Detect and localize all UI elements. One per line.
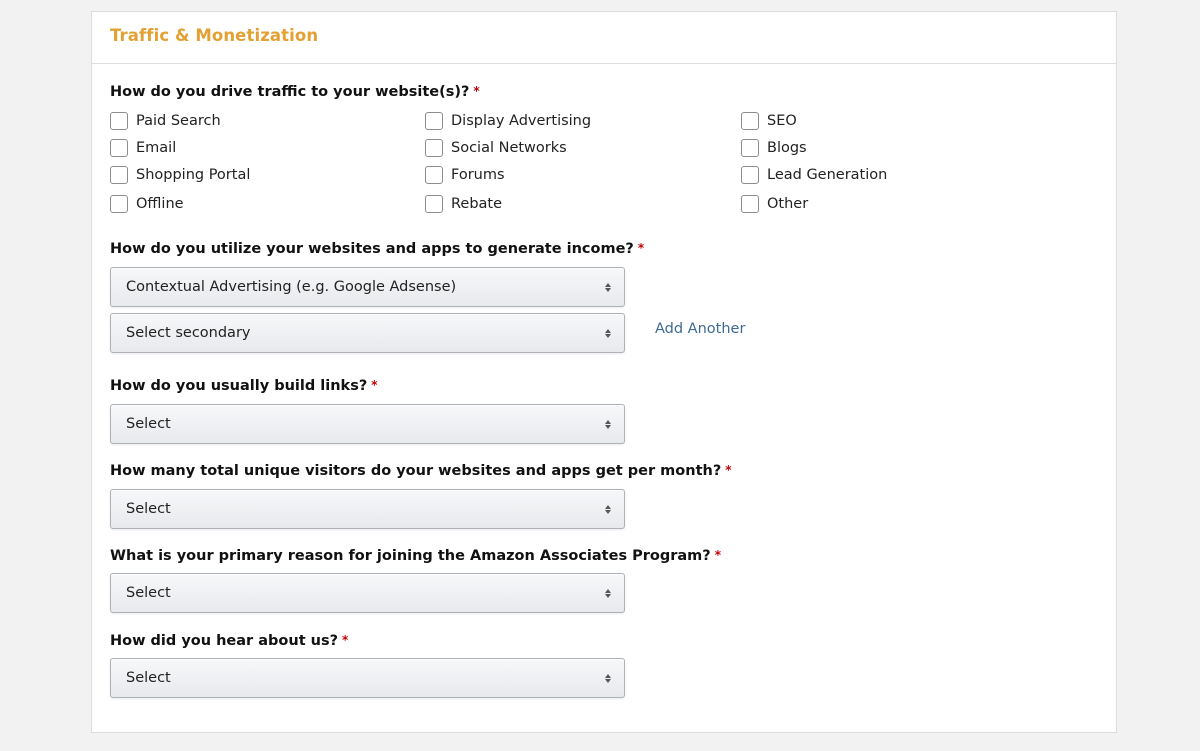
checkbox-icon[interactable] [425, 139, 443, 157]
checkbox-label: Forums [451, 167, 505, 183]
income-question-label: How do you utilize your websites and app… [110, 241, 644, 257]
select-arrows-icon [604, 327, 612, 339]
income-secondary-select[interactable]: Select secondary [110, 313, 625, 353]
checkbox-label: Blogs [767, 140, 807, 156]
traffic-question-label: How do you drive traffic to your website… [110, 84, 480, 100]
traffic-question-text: How do you drive traffic to your website… [110, 84, 470, 100]
checkbox-label: Lead Generation [767, 167, 888, 183]
checkbox-paid-search[interactable]: Paid Search [110, 110, 221, 132]
checkbox-lead-generation[interactable]: Lead Generation [741, 164, 887, 186]
select-arrows-icon [604, 503, 612, 515]
checkbox-other[interactable]: Other [741, 193, 808, 215]
checkbox-blogs[interactable]: Blogs [741, 137, 807, 159]
reason-question-label: What is your primary reason for joining … [110, 548, 721, 564]
checkbox-label: Shopping Portal [136, 167, 251, 183]
card-header: Traffic & Monetization [92, 12, 1116, 64]
checkbox-shopping-portal[interactable]: Shopping Portal [110, 164, 250, 186]
income-primary-select[interactable]: Contextual Advertising (e.g. Google Adse… [110, 267, 625, 307]
checkbox-icon[interactable] [425, 112, 443, 130]
checkbox-display-advertising[interactable]: Display Advertising [425, 110, 591, 132]
checkbox-label: SEO [767, 113, 797, 129]
reason-question-text: What is your primary reason for joining … [110, 548, 711, 564]
links-select[interactable]: Select [110, 404, 625, 444]
income-question-text: How do you utilize your websites and app… [110, 241, 634, 257]
checkbox-label: Social Networks [451, 140, 567, 156]
links-question-text: How do you usually build links? [110, 378, 368, 394]
checkbox-forums[interactable]: Forums [425, 164, 505, 186]
visitors-select[interactable]: Select [110, 489, 625, 529]
links-question-label: How do you usually build links? * [110, 378, 378, 394]
checkbox-email[interactable]: Email [110, 137, 176, 159]
required-marker: * [637, 241, 645, 255]
checkbox-seo[interactable]: SEO [741, 110, 797, 132]
hear-question-text: How did you hear about us? [110, 633, 339, 649]
select-arrows-icon [604, 587, 612, 599]
checkbox-social-networks[interactable]: Social Networks [425, 137, 567, 159]
select-value: Select [126, 501, 171, 517]
checkbox-icon[interactable] [425, 195, 443, 213]
select-value: Select [126, 416, 171, 432]
checkbox-icon[interactable] [110, 195, 128, 213]
required-marker: * [714, 548, 721, 562]
checkbox-offline[interactable]: Offline [110, 193, 184, 215]
checkbox-label: Paid Search [136, 113, 221, 129]
visitors-question-label: How many total unique visitors do your w… [110, 463, 732, 479]
select-value: Select [126, 585, 171, 601]
required-marker: * [725, 463, 732, 477]
checkbox-label: Offline [136, 196, 184, 212]
checkbox-icon[interactable] [741, 139, 759, 157]
traffic-monetization-card: Traffic & Monetization How do you drive … [91, 11, 1117, 733]
reason-select[interactable]: Select [110, 573, 625, 613]
checkbox-icon[interactable] [741, 112, 759, 130]
select-value: Contextual Advertising (e.g. Google Adse… [126, 279, 457, 295]
select-arrows-icon [604, 418, 612, 430]
visitors-question-text: How many total unique visitors do your w… [110, 463, 722, 479]
checkbox-icon[interactable] [110, 112, 128, 130]
select-arrows-icon [604, 281, 612, 293]
hear-select[interactable]: Select [110, 658, 625, 698]
checkbox-label: Email [136, 140, 177, 156]
add-another-link[interactable]: Add Another [655, 321, 745, 337]
checkbox-icon[interactable] [425, 166, 443, 184]
checkbox-icon[interactable] [741, 166, 759, 184]
required-marker: * [371, 378, 378, 392]
checkbox-label: Display Advertising [451, 113, 592, 129]
required-marker: * [473, 84, 480, 98]
checkbox-rebate[interactable]: Rebate [425, 193, 502, 215]
checkbox-icon[interactable] [741, 195, 759, 213]
checkbox-icon[interactable] [110, 139, 128, 157]
hear-question-label: How did you hear about us? * [110, 633, 348, 649]
checkbox-label: Other [767, 196, 809, 212]
select-value: Select [126, 670, 171, 686]
required-marker: * [342, 633, 349, 647]
section-title: Traffic & Monetization [110, 26, 319, 45]
select-arrows-icon [604, 672, 612, 684]
select-value: Select secondary [126, 325, 251, 341]
checkbox-icon[interactable] [110, 166, 128, 184]
checkbox-label: Rebate [451, 196, 503, 212]
